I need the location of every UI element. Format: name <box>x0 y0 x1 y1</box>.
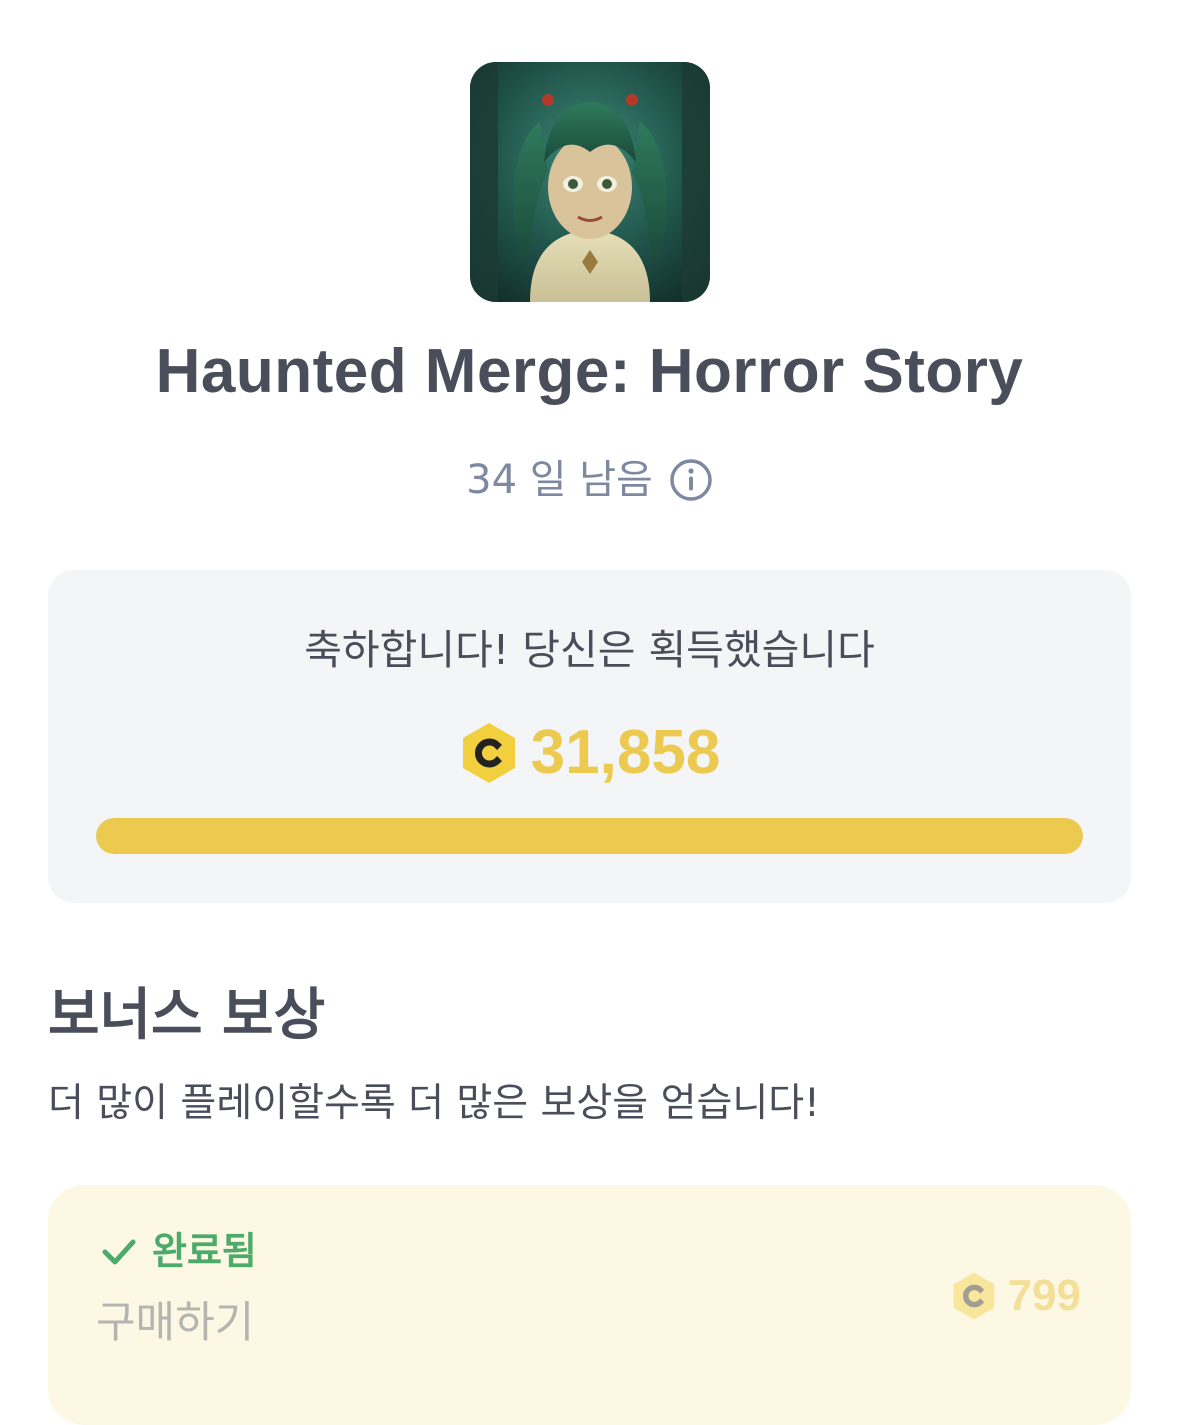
time-remaining: 34 일 남음 <box>0 450 1179 510</box>
price-value: 799 <box>1007 1271 1081 1320</box>
progress-bar <box>96 818 1083 854</box>
earned-card: 축하합니다! 당신은 획득했습니다 31,858 <box>48 570 1131 903</box>
buy-button[interactable]: 구매하기 <box>96 1293 254 1353</box>
bonus-heading: 보너스 보상 <box>48 983 326 1048</box>
coin-icon <box>953 1272 994 1320</box>
bonus-reward-card: 완료됨 구매하기 799 <box>48 1185 1131 1425</box>
coin-icon <box>462 723 515 783</box>
bonus-subtitle: 더 많이 플레이할수록 더 많은 보상을 얻습니다! <box>48 1081 820 1126</box>
app-title: Haunted Merge: Horror Story <box>155 337 1024 406</box>
status-badge: 완료됨 <box>100 1225 257 1277</box>
earned-amount: 31,858 <box>530 718 721 787</box>
checkmark-icon <box>102 1239 136 1265</box>
status-label: 완료됨 <box>152 1229 257 1273</box>
days-left-label: 34 일 남음 <box>466 457 653 503</box>
game-icon-haunted-merge <box>470 62 710 302</box>
reward-price: 799 <box>950 1271 1081 1321</box>
congrats-label: 축하합니다! 당신은 획득했습니다 <box>304 626 875 674</box>
app-icon <box>470 62 710 302</box>
info-circle-icon[interactable] <box>669 458 713 502</box>
earned-amount-row: 31,858 <box>48 718 1131 788</box>
progress-bar-fill <box>96 818 1083 854</box>
